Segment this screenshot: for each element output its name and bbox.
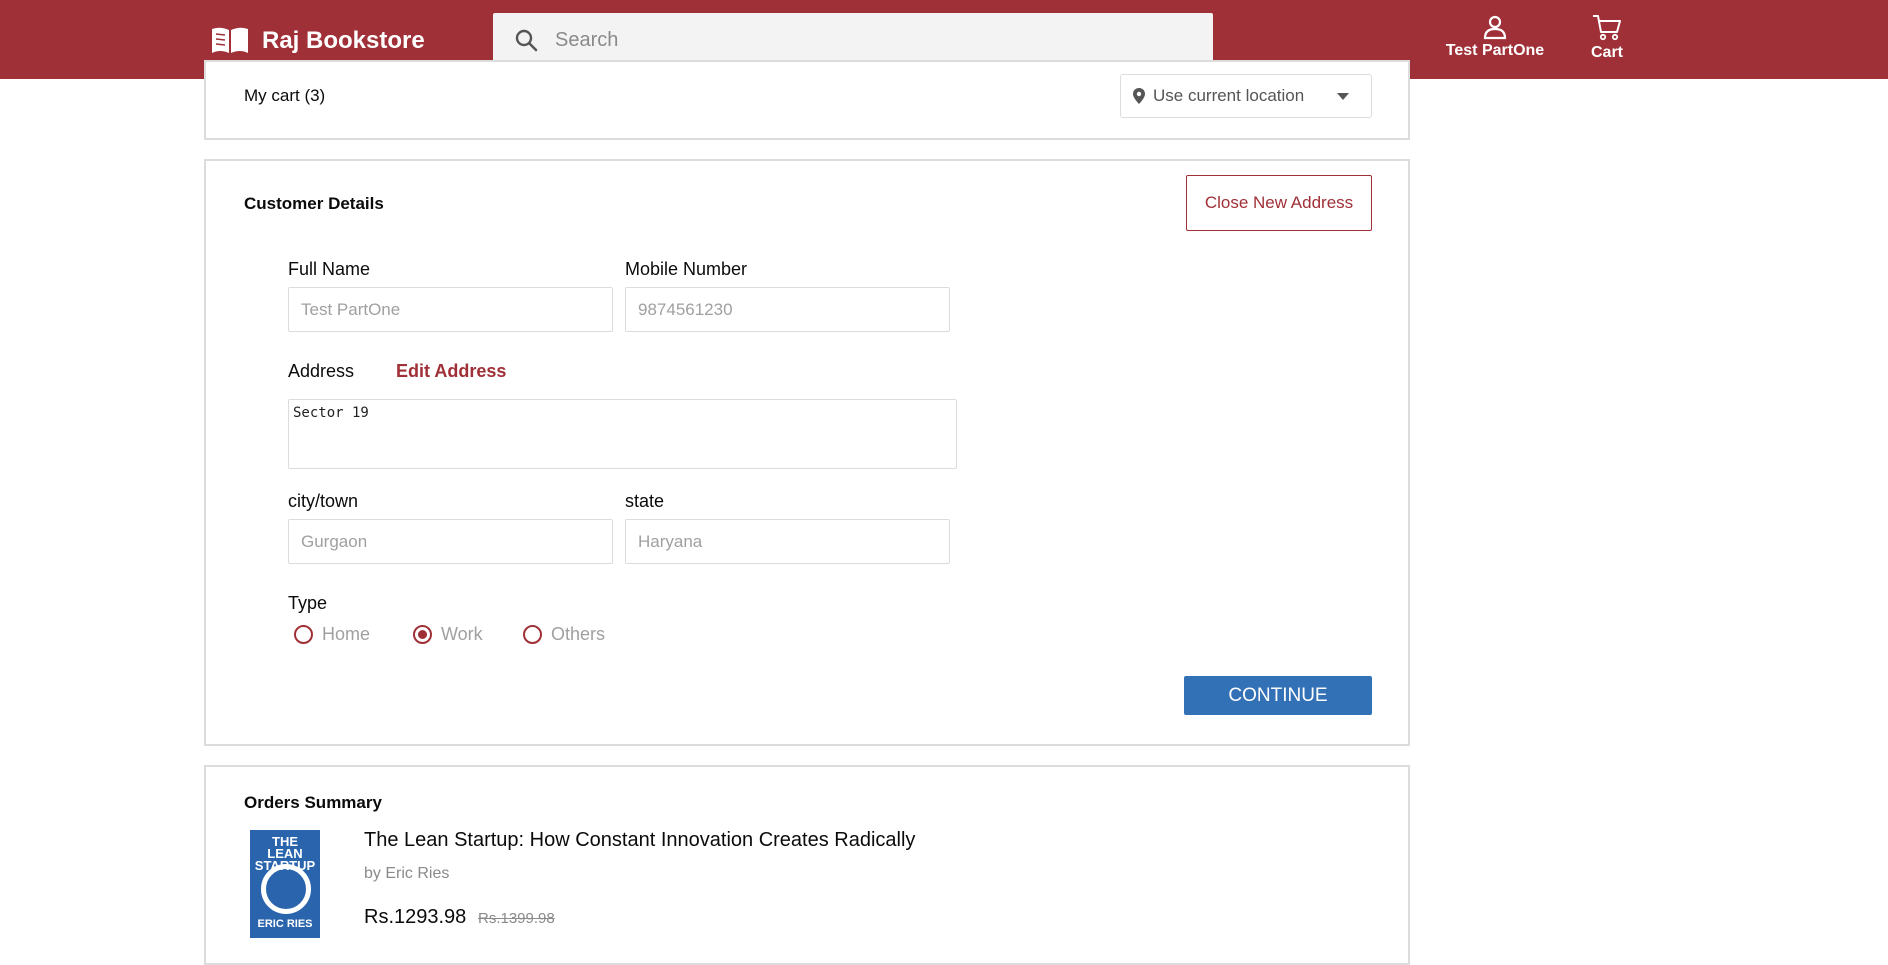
chevron-down-icon	[1337, 93, 1349, 100]
radio-button[interactable]	[523, 625, 542, 644]
radio-label-others: Others	[551, 624, 606, 644]
radio-selected-dot	[418, 630, 427, 639]
account-button[interactable]: Test PartOne	[1440, 14, 1550, 60]
cart-button[interactable]: Cart	[1582, 14, 1632, 62]
brand-logo[interactable]: Raj Bookstore	[210, 24, 425, 58]
radio-label-work: Work	[441, 624, 483, 644]
book-author: by Eric Ries	[364, 865, 450, 882]
orders-summary-card: Orders Summary THE LEAN STARTUP ERIC RIE…	[204, 765, 1410, 965]
brand-name: Raj Bookstore	[262, 27, 425, 54]
search-icon	[513, 27, 539, 53]
search-bar[interactable]	[493, 13, 1213, 67]
state-input[interactable]	[625, 519, 950, 564]
radio-work[interactable]: Work	[413, 624, 483, 645]
location-label: Use current location	[1153, 86, 1305, 105]
radio-button[interactable]	[294, 625, 313, 644]
book-cover-image: THE LEAN STARTUP ERIC RIES	[250, 830, 320, 938]
city-label: city/town	[288, 491, 359, 511]
cart-label: Cart	[1590, 44, 1623, 61]
edit-address-link[interactable]: Edit Address	[396, 361, 506, 382]
radio-home[interactable]: Home	[294, 624, 370, 645]
close-new-address-button[interactable]: Close New Address	[1186, 175, 1372, 231]
radio-label-home: Home	[322, 624, 371, 644]
radio-others[interactable]: Others	[523, 624, 605, 645]
customer-details-card: Customer Details Close New Address Full …	[204, 159, 1410, 746]
user-icon	[1483, 15, 1507, 40]
type-label: Type	[288, 593, 328, 613]
mobile-number-label: Mobile Number	[625, 259, 748, 279]
continue-button[interactable]: CONTINUE	[1184, 676, 1372, 715]
my-cart-title: My cart (3)	[244, 86, 326, 105]
search-input[interactable]	[555, 28, 1155, 52]
book-cover-ring	[261, 864, 311, 914]
customer-details-title: Customer Details	[244, 194, 384, 213]
book-title: The Lean Startup: How Constant Innovatio…	[364, 829, 916, 851]
cart-icon	[1593, 15, 1621, 41]
book-price: Rs.1293.98	[364, 906, 467, 928]
state-label: state	[625, 491, 665, 511]
orders-summary-title: Orders Summary	[244, 793, 382, 812]
location-select[interactable]: Use current location	[1120, 74, 1372, 118]
open-book-icon	[212, 27, 248, 53]
city-input[interactable]	[288, 519, 613, 564]
full-name-input[interactable]	[288, 287, 613, 332]
location-pin-icon	[1133, 88, 1145, 104]
address-label: Address	[288, 361, 355, 381]
my-cart-card: My cart (3) Use current location	[204, 60, 1410, 140]
address-textarea[interactable]: Sector 19	[288, 399, 957, 469]
book-original-price: Rs.1399.98	[478, 910, 555, 927]
full-name-label: Full Name	[288, 259, 371, 279]
radio-button-selected[interactable]	[413, 625, 432, 644]
mobile-number-input[interactable]	[625, 287, 950, 332]
account-label: Test PartOne	[1445, 42, 1545, 59]
book-cover-author: ERIC RIES	[257, 918, 313, 930]
